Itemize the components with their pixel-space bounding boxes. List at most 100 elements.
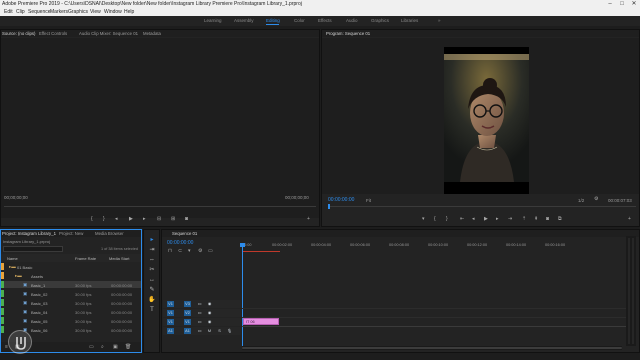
mute-icon[interactable]: M: [206, 328, 213, 334]
workspace-learning[interactable]: Learning: [204, 18, 222, 23]
solo-icon[interactable]: S: [216, 328, 223, 334]
column-media-start[interactable]: Media Start: [109, 256, 129, 261]
column-name[interactable]: Name: [7, 256, 18, 261]
comparison-view-icon[interactable]: ⧉: [558, 216, 562, 222]
camera-icon[interactable]: ◙: [546, 216, 549, 222]
workspace-effects[interactable]: Effects: [318, 18, 332, 23]
overwrite-icon[interactable]: ⊞: [171, 216, 175, 222]
selection-tool-icon[interactable]: ▸: [148, 236, 156, 244]
playhead-handle[interactable]: [240, 243, 245, 247]
minimize-button[interactable]: –: [604, 0, 616, 8]
label-color-swatch[interactable]: [1, 326, 4, 333]
timeline-clip[interactable]: IT 06: [243, 318, 279, 325]
snap-icon[interactable]: ⊓: [168, 248, 172, 254]
tab-project-instagram[interactable]: Project: Instagram Library_1: [2, 231, 56, 236]
project-row[interactable]: ▣ Basic_1 30.00 fps 00:00:00:00: [1, 281, 141, 288]
new-item-icon[interactable]: ▣: [113, 344, 118, 350]
menu-sequence[interactable]: Sequence: [28, 8, 51, 16]
label-color-swatch[interactable]: [1, 308, 4, 315]
track-target-v1[interactable]: V1: [184, 319, 191, 325]
tab-media-browser[interactable]: Media Browser: [95, 231, 124, 236]
prog-mark-in-icon[interactable]: {: [434, 216, 436, 222]
workspace-audio[interactable]: Audio: [346, 18, 358, 23]
insert-icon[interactable]: ⊟: [157, 216, 161, 222]
track-target-v2[interactable]: V2: [184, 310, 191, 316]
source-patch-v1[interactable]: V1: [167, 319, 174, 325]
tab-source[interactable]: Source: (no clips): [2, 31, 35, 36]
program-scrubber[interactable]: [328, 206, 636, 207]
label-color-swatch[interactable]: [1, 272, 4, 279]
prog-step-back-icon[interactable]: ◂: [472, 216, 475, 222]
source-patch-v1[interactable]: V1: [167, 310, 174, 316]
label-color-swatch[interactable]: [1, 299, 4, 306]
tab-program[interactable]: Program: Sequence 01: [326, 31, 370, 36]
razor-tool-icon[interactable]: ✂: [148, 266, 156, 274]
project-row[interactable]: ▣ Basic_05 30.00 fps 00:00:00:00: [1, 317, 141, 324]
track-target-v3[interactable]: V3: [184, 301, 191, 307]
program-playhead[interactable]: [328, 204, 330, 209]
menu-help[interactable]: Help: [124, 8, 134, 16]
tab-metadata[interactable]: Metadata: [143, 31, 161, 36]
mark-in-icon[interactable]: {: [91, 216, 93, 222]
program-add-button-icon[interactable]: +: [628, 216, 631, 222]
label-color-swatch[interactable]: [1, 290, 4, 297]
prog-play-icon[interactable]: ▶: [484, 216, 488, 222]
project-row[interactable]: ▸▬ 01 Basic: [1, 263, 141, 270]
timeline-settings-icon[interactable]: ⚙: [198, 248, 202, 254]
project-row[interactable]: ▸▬ Assets: [1, 272, 141, 279]
project-search-input[interactable]: [3, 246, 63, 252]
workspace-editing[interactable]: Editing: [266, 18, 280, 23]
menu-window[interactable]: Window: [104, 8, 122, 16]
column-frame-rate[interactable]: Frame Rate: [75, 256, 96, 261]
type-tool-icon[interactable]: T: [148, 306, 156, 314]
workspace-color[interactable]: Color: [294, 18, 305, 23]
step-forward-icon[interactable]: ▸: [143, 216, 146, 222]
export-frame-icon[interactable]: ◙: [185, 216, 188, 222]
eye-icon[interactable]: ◉: [206, 310, 213, 316]
sync-lock-icon[interactable]: ▭: [196, 310, 203, 316]
tab-audio-clip-mixer[interactable]: Audio Clip Mixer: Sequence 01: [79, 31, 138, 36]
new-bin-icon[interactable]: ▭: [89, 344, 94, 350]
menu-clip[interactable]: Clip: [16, 8, 25, 16]
go-to-out-icon[interactable]: ⇥: [508, 216, 512, 222]
source-patch-v1[interactable]: V1: [167, 301, 174, 307]
eye-icon[interactable]: ◉: [206, 301, 213, 307]
menu-edit[interactable]: Edit: [4, 8, 13, 16]
zoom-fit-select[interactable]: Fit: [366, 198, 371, 203]
label-color-swatch[interactable]: [1, 317, 4, 324]
add-marker-tl-icon[interactable]: ▾: [188, 248, 191, 254]
prog-mark-out-icon[interactable]: }: [446, 216, 448, 222]
mic-icon[interactable]: 🎙: [226, 328, 233, 334]
menu-markers[interactable]: Markers: [50, 8, 68, 16]
source-scrubber[interactable]: [4, 206, 316, 207]
workspace-libraries[interactable]: Libraries: [401, 18, 418, 23]
project-row[interactable]: ▣ Basic_04 30.00 fps 00:00:00:00: [1, 308, 141, 315]
go-to-in-icon[interactable]: ⇤: [460, 216, 464, 222]
timeline-playhead[interactable]: [242, 244, 243, 346]
prog-step-forward-icon[interactable]: ▸: [496, 216, 499, 222]
play-icon[interactable]: ▶: [129, 216, 133, 222]
workspaces-more-icon[interactable]: »: [438, 18, 441, 23]
playback-resolution[interactable]: 1/2: [578, 198, 584, 203]
menu-view[interactable]: View: [90, 8, 101, 16]
linked-selection-icon[interactable]: ⊂: [178, 248, 182, 254]
extract-icon[interactable]: ⇞: [534, 216, 538, 222]
track-target-a1[interactable]: A1: [184, 328, 191, 334]
step-back-icon[interactable]: ◂: [115, 216, 118, 222]
tab-effect-controls[interactable]: Effect Controls: [39, 31, 67, 36]
tab-project-new[interactable]: Project: New: [59, 231, 83, 236]
timeline-scrollbar[interactable]: [242, 346, 622, 350]
add-marker-icon[interactable]: ▾: [422, 216, 425, 222]
sync-lock-icon[interactable]: ▭: [196, 301, 203, 307]
timeline-timecode[interactable]: 00:00:00:00: [167, 240, 193, 246]
track-select-tool-icon[interactable]: ⇥: [148, 246, 156, 254]
project-row[interactable]: ▣ Basic_02 30.00 fps 00:00:00:00: [1, 290, 141, 297]
close-button[interactable]: ✕: [628, 0, 640, 8]
sync-lock-icon[interactable]: ▭: [196, 328, 203, 334]
label-color-swatch[interactable]: [1, 281, 4, 288]
menu-graphics[interactable]: Graphics: [68, 8, 88, 16]
find-icon[interactable]: ⌕: [101, 344, 104, 350]
clear-icon[interactable]: 🗑: [125, 344, 131, 350]
captions-icon[interactable]: ▭: [208, 248, 213, 254]
hand-tool-icon[interactable]: ✋: [148, 296, 156, 304]
